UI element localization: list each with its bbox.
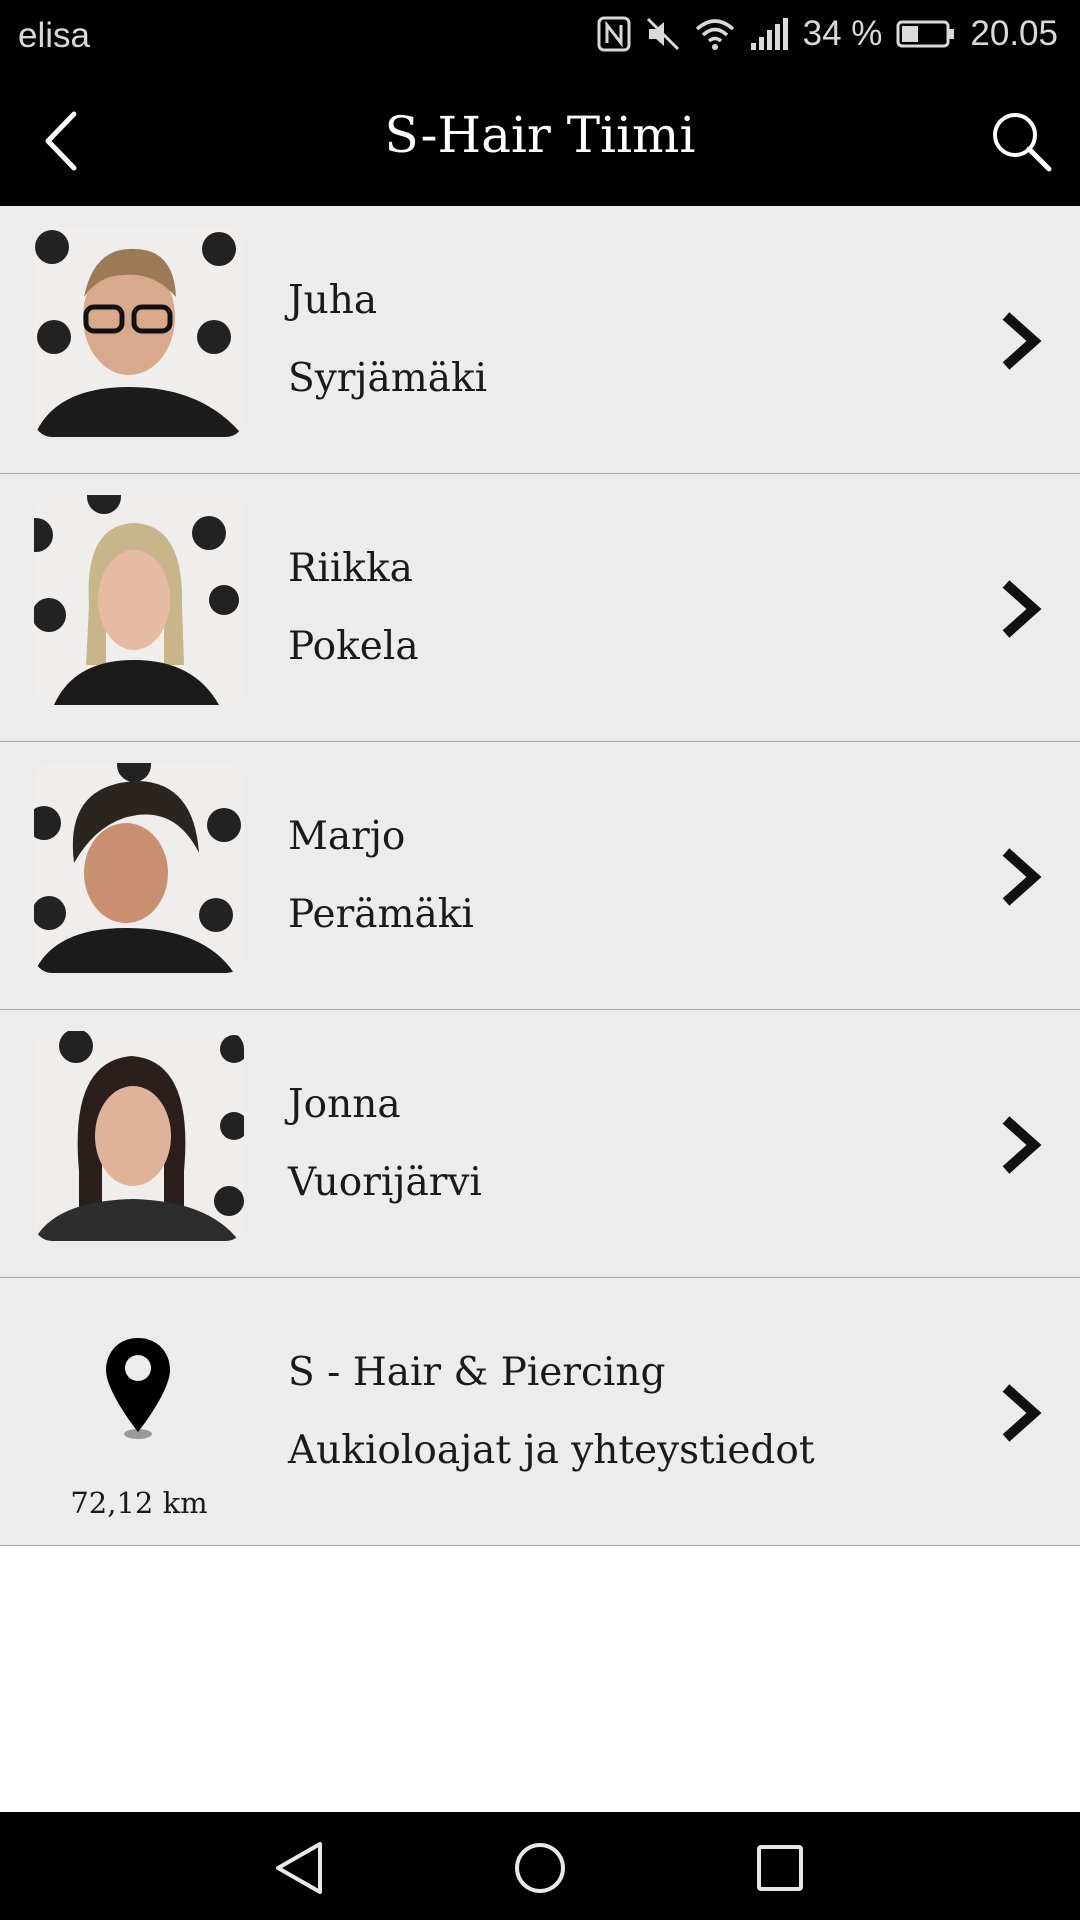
nav-recents-icon[interactable] — [752, 1840, 808, 1896]
clock: 20.05 — [970, 14, 1058, 53]
carrier-name: elisa — [18, 16, 90, 55]
chevron-right-icon — [1002, 1384, 1042, 1442]
page-title: S-Hair Tiimi — [384, 106, 696, 164]
nav-back-icon[interactable] — [272, 1840, 328, 1896]
wifi-icon — [695, 19, 734, 50]
member-first-name: Riikka — [288, 546, 413, 591]
chevron-right-icon — [1002, 848, 1042, 906]
member-first-name: Marjo — [288, 814, 406, 859]
system-nav-bar — [0, 1812, 1080, 1920]
team-member-row[interactable]: Marjo Perämäki — [0, 742, 1080, 1010]
chevron-right-icon — [1002, 1116, 1042, 1174]
battery-percent: 34 % — [802, 14, 883, 53]
search-icon[interactable] — [988, 108, 1054, 174]
member-last-name: Vuorijärvi — [288, 1160, 482, 1205]
member-photo — [34, 495, 244, 705]
team-member-row[interactable]: Jonna Vuorijärvi — [0, 1010, 1080, 1278]
location-pin-icon — [106, 1338, 170, 1439]
location-row[interactable]: 72,12 km S - Hair & Piercing Aukioloajat… — [0, 1278, 1080, 1546]
chevron-right-icon — [1002, 580, 1042, 638]
member-photo — [34, 227, 244, 437]
chevron-right-icon — [1002, 312, 1042, 370]
member-first-name: Juha — [288, 278, 378, 323]
member-last-name: Perämäki — [288, 892, 474, 937]
team-list: Juha Syrjämäki Riikka Pokela Marjo Peräm… — [0, 206, 1080, 1546]
nav-home-icon[interactable] — [512, 1840, 568, 1896]
member-last-name: Pokela — [288, 624, 419, 669]
member-photo — [34, 763, 244, 973]
location-subtitle: Aukioloajat ja yhteystiedot — [288, 1428, 815, 1473]
mute-icon — [646, 17, 679, 51]
status-bar: elisa 34 % 20.05 — [0, 0, 1080, 72]
status-icons: 34 % 20.05 — [597, 14, 1058, 54]
nfc-icon — [597, 16, 631, 52]
location-name: S - Hair & Piercing — [288, 1350, 666, 1395]
team-member-row[interactable]: Riikka Pokela — [0, 474, 1080, 742]
app-bar: S-Hair Tiimi — [0, 72, 1080, 206]
signal-icon — [750, 18, 788, 50]
battery-icon — [896, 20, 955, 48]
team-member-row[interactable]: Juha Syrjämäki — [0, 206, 1080, 474]
member-last-name: Syrjämäki — [288, 356, 488, 401]
member-photo — [34, 1031, 244, 1241]
member-first-name: Jonna — [288, 1082, 401, 1127]
distance-label: 72,12 km — [70, 1486, 208, 1520]
